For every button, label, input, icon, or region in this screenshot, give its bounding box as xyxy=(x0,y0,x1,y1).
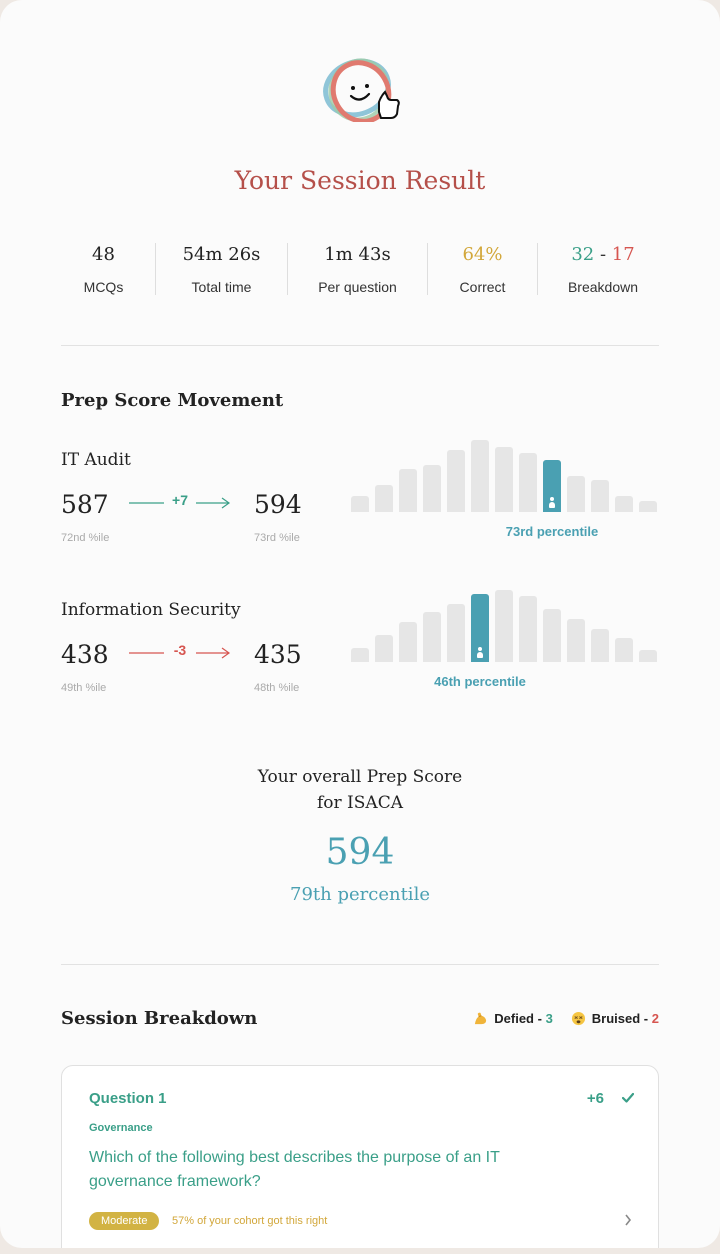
topic-row-it-audit: IT Audit 587 72nd %ile +7 594 73rd %ile … xyxy=(61,440,661,560)
divider xyxy=(61,964,659,965)
legend-bruised-label: Bruised - xyxy=(591,1011,652,1026)
question-number: Question 1 xyxy=(89,1090,167,1107)
stat-per-question-value: 1m 43s xyxy=(324,243,391,265)
distribution-bar xyxy=(351,496,369,512)
difficulty-badge: Moderate xyxy=(89,1212,160,1230)
topic-score-delta: +7 xyxy=(164,492,196,508)
distribution-bar-you xyxy=(471,594,489,662)
breakdown-separator: - xyxy=(594,243,612,265)
topic-score-before: 438 xyxy=(61,640,109,669)
distribution-bar xyxy=(591,480,609,512)
overall-caption-line-1: Your overall Prep Score xyxy=(257,767,463,787)
topic-percentile-before: 49th %ile xyxy=(61,682,107,694)
distribution-bar xyxy=(447,450,465,512)
overall-caption-line-2: for ISACA xyxy=(317,793,403,813)
cohort-stat: 57% of your cohort got this right xyxy=(172,1215,328,1227)
stat-mcqs: 48 MCQs xyxy=(52,236,155,302)
percentile-distribution-chart xyxy=(351,588,661,662)
distribution-bar xyxy=(423,465,441,512)
overall-prep-score: 594 xyxy=(325,832,395,873)
distribution-bar xyxy=(399,622,417,662)
distribution-bar xyxy=(375,635,393,662)
stat-total-time-label: Total time xyxy=(191,278,252,295)
stat-breakdown-value: 32 - 17 xyxy=(571,244,634,265)
stat-total-time-value: 54m 26s xyxy=(182,243,261,265)
question-topic: Governance xyxy=(89,1122,153,1134)
distribution-bar xyxy=(543,609,561,662)
distribution-bar xyxy=(351,648,369,662)
percentile-label: 73rd percentile xyxy=(505,524,599,539)
distribution-bar xyxy=(591,629,609,662)
stat-per-question-label: Per question xyxy=(318,278,397,295)
question-text: Which of the following best describes th… xyxy=(89,1149,500,1190)
stat-mcqs-value: 48 xyxy=(92,243,115,265)
distribution-bar xyxy=(447,604,465,662)
legend-defied-count: 3 xyxy=(545,1011,553,1026)
legend-defied-label: Defied - xyxy=(494,1011,546,1026)
breakdown-legend: Defied - 3 Bruised - 2 xyxy=(473,1011,659,1026)
legend-defied: Defied - 3 xyxy=(473,1011,553,1026)
session-stats: 48 MCQs 54m 26s Total time 1m 43s Per qu… xyxy=(52,236,668,302)
distribution-bar xyxy=(375,485,393,512)
distribution-bar xyxy=(495,447,513,512)
stat-breakdown-label: Breakdown xyxy=(567,278,639,295)
percentile-label: 46th percentile xyxy=(434,674,526,689)
topic-score-before: 587 xyxy=(61,490,109,519)
legend-bruised: Bruised - 2 xyxy=(571,1011,659,1026)
distribution-bar xyxy=(471,440,489,512)
session-result-card: Your Session Result 48 MCQs 54m 26s Tota… xyxy=(0,0,720,1248)
topic-score-after: 594 xyxy=(254,490,302,519)
breakdown-correct-count: 32 xyxy=(571,243,595,265)
topic-score-delta: -3 xyxy=(164,642,196,658)
stat-mcqs-label: MCQs xyxy=(83,278,124,295)
check-icon xyxy=(622,1092,634,1103)
topic-name: IT Audit xyxy=(61,450,131,470)
distribution-bar xyxy=(615,496,633,512)
divider xyxy=(61,345,659,346)
distribution-bar-you xyxy=(543,460,561,512)
mascot-thumbs-up-logo xyxy=(323,58,400,122)
dizzy-face-icon xyxy=(571,1011,585,1026)
percentile-distribution-chart xyxy=(351,438,661,512)
distribution-bar xyxy=(399,469,417,512)
breakdown-wrong-count: 17 xyxy=(611,243,635,265)
stat-breakdown: 32 - 17 Breakdown xyxy=(538,236,668,302)
question-score: +6 xyxy=(586,1090,604,1107)
topic-percentile-before: 72nd %ile xyxy=(61,532,110,544)
distribution-bar xyxy=(615,638,633,662)
stat-correct: 64% Correct xyxy=(428,236,537,302)
topic-row-information-security: Information Security 438 49th %ile -3 43… xyxy=(61,590,661,710)
legend-bruised-count: 2 xyxy=(651,1011,659,1026)
overall-prep-score-caption: Your overall Prep Score for ISACA xyxy=(0,764,720,816)
topic-score-after: 435 xyxy=(254,640,302,669)
stat-per-question: 1m 43s Per question xyxy=(288,236,427,302)
distribution-bar xyxy=(567,476,585,512)
distribution-bar xyxy=(639,501,657,512)
chevron-right-icon[interactable] xyxy=(624,1214,632,1226)
distribution-bar xyxy=(639,650,657,662)
prep-score-movement-heading: Prep Score Movement xyxy=(61,390,284,411)
distribution-bar xyxy=(519,596,537,662)
stat-correct-value: 64% xyxy=(462,243,503,265)
topic-percentile-after: 73rd %ile xyxy=(254,532,300,544)
distribution-bar xyxy=(495,590,513,662)
topic-percentile-after: 48th %ile xyxy=(254,682,300,694)
overall-percentile: 79th percentile xyxy=(290,884,430,905)
stat-correct-label: Correct xyxy=(459,278,506,295)
flexed-biceps-icon xyxy=(475,1012,487,1025)
question-card[interactable]: Question 1 +6 Governance Which of the fo… xyxy=(61,1065,659,1248)
distribution-bar xyxy=(567,619,585,662)
session-breakdown-heading: Session Breakdown xyxy=(61,1008,258,1029)
topic-name: Information Security xyxy=(61,600,241,620)
stat-total-time: 54m 26s Total time xyxy=(156,236,287,302)
distribution-bar xyxy=(519,453,537,512)
distribution-bar xyxy=(423,612,441,662)
page-title: Your Session Result xyxy=(234,166,486,195)
